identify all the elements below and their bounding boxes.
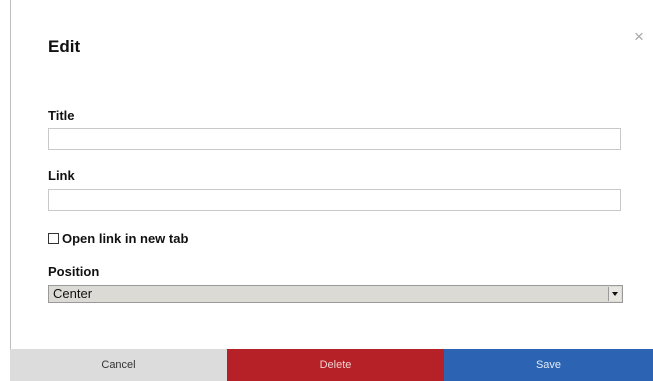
open-new-tab-label: Open link in new tab [62, 230, 189, 246]
position-select-value: Center [53, 286, 93, 301]
close-icon[interactable]: × [634, 28, 644, 45]
save-button[interactable]: Save [444, 349, 653, 381]
link-field-label: Link [48, 168, 75, 183]
dialog-left-border [10, 0, 11, 349]
position-field-label: Position [48, 264, 100, 279]
dialog-footer: Cancel Delete Save [10, 349, 653, 381]
delete-button[interactable]: Delete [227, 349, 444, 381]
open-new-tab-option[interactable]: Open link in new tab [48, 230, 189, 246]
title-field-label: Title [48, 108, 75, 123]
edit-dialog: Edit × Title Link Open link in new tab P… [0, 0, 653, 381]
cancel-button[interactable]: Cancel [10, 349, 227, 381]
title-input[interactable] [48, 128, 621, 150]
chevron-down-icon[interactable] [608, 287, 621, 301]
dialog-title: Edit [48, 37, 81, 56]
open-new-tab-checkbox[interactable] [48, 232, 59, 244]
position-select[interactable]: Center [48, 285, 623, 303]
link-input[interactable] [48, 189, 621, 211]
